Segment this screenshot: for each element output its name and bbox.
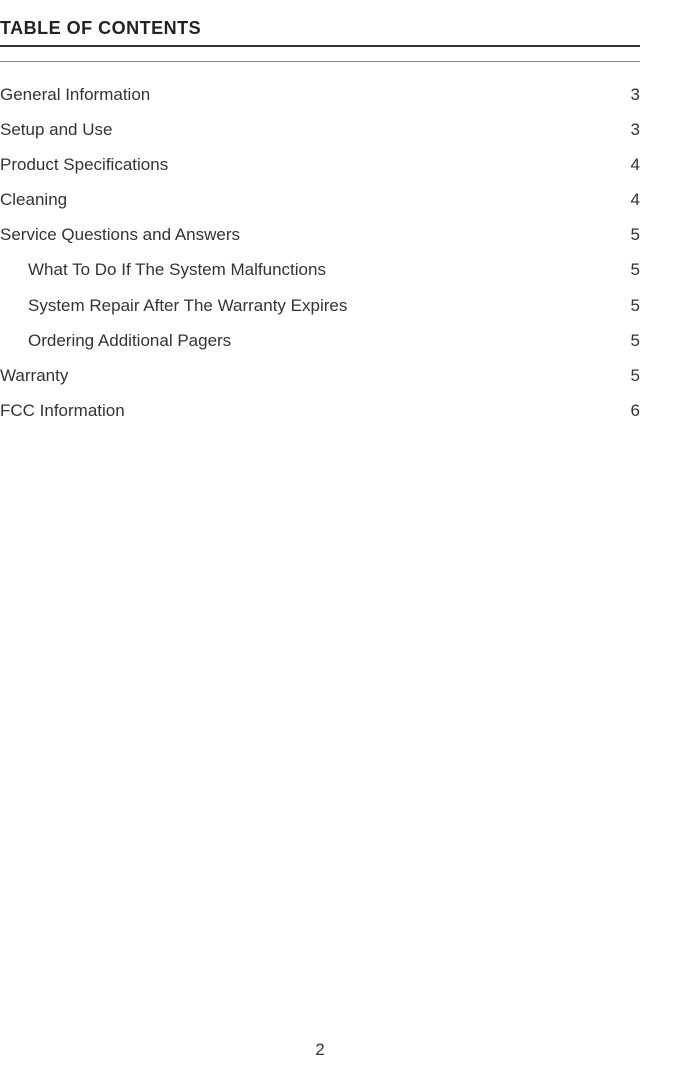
toc-entry-label: Warranty: [0, 365, 610, 387]
toc-entry-page: 5: [610, 365, 640, 387]
toc-entry-label: Cleaning: [0, 189, 610, 211]
toc-entry-page: 5: [610, 224, 640, 246]
toc-entry-label: FCC Information: [0, 400, 610, 422]
toc-heading: TABLE OF CONTENTS: [0, 18, 640, 47]
toc-entry-page: 3: [610, 84, 640, 106]
toc-entry-label: System Repair After The Warranty Expires: [28, 295, 610, 317]
toc-entry: Product Specifications4: [0, 154, 640, 176]
toc-entry: Ordering Additional Pagers5: [0, 330, 640, 352]
toc-entry: System Repair After The Warranty Expires…: [0, 295, 640, 317]
toc-entry-label: Ordering Additional Pagers: [28, 330, 610, 352]
toc-entry-label: What To Do If The System Malfunctions: [28, 259, 610, 281]
toc-entry-label: General Information: [0, 84, 610, 106]
toc-entry-label: Setup and Use: [0, 119, 610, 141]
toc-entry-page: 5: [610, 330, 640, 352]
toc-entry: Setup and Use3: [0, 119, 640, 141]
toc-entry-page: 5: [610, 259, 640, 281]
toc-entry-label: Product Specifications: [0, 154, 610, 176]
toc-entry: FCC Information6: [0, 400, 640, 422]
page-number: 2: [0, 1040, 640, 1060]
toc-list: General Information3Setup and Use3Produc…: [0, 84, 640, 422]
toc-entry-page: 4: [610, 189, 640, 211]
toc-entry: Cleaning4: [0, 189, 640, 211]
toc-entry: Warranty5: [0, 365, 640, 387]
toc-entry: What To Do If The System Malfunctions5: [0, 259, 640, 281]
toc-entry-page: 5: [610, 295, 640, 317]
toc-entry: General Information3: [0, 84, 640, 106]
toc-entry-page: 4: [610, 154, 640, 176]
heading-secondary-rule: [0, 61, 640, 62]
toc-entry-label: Service Questions and Answers: [0, 224, 610, 246]
toc-entry-page: 6: [610, 400, 640, 422]
toc-entry-page: 3: [610, 119, 640, 141]
toc-entry: Service Questions and Answers5: [0, 224, 640, 246]
